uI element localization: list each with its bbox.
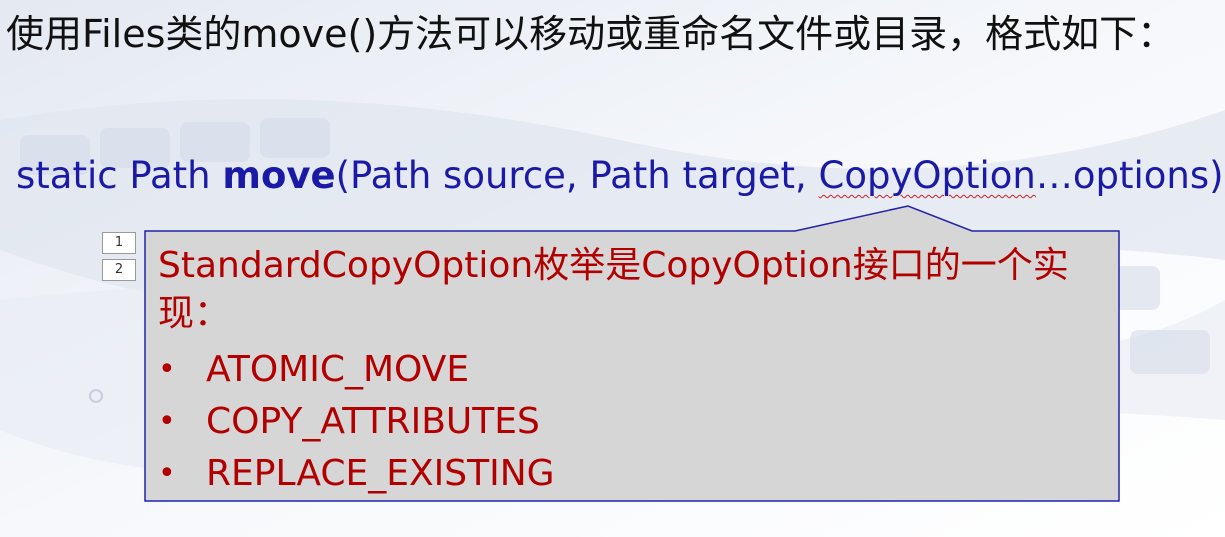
note-marker-1[interactable]: 1 [102,232,136,254]
note-marker-2[interactable]: 2 [102,259,136,281]
callout-content: StandardCopyOption枚举是CopyOption接口的一个实现： … [158,242,1108,500]
bullet-icon: • [158,404,176,439]
bullet-icon: • [158,456,176,491]
callout-title: StandardCopyOption枚举是CopyOption接口的一个实现： [158,245,1069,334]
list-item-label: REPLACE_EXISTING [206,453,555,494]
list-item: • ATOMIC_MOVE [158,344,1108,396]
list-item-label: ATOMIC_MOVE [206,349,470,390]
bullet-icon: • [158,352,176,387]
callout-list: • ATOMIC_MOVE • COPY_ATTRIBUTES • REPLAC… [158,344,1108,500]
list-item-label: COPY_ATTRIBUTES [206,401,540,442]
list-item: • COPY_ATTRIBUTES [158,396,1108,448]
list-item: • REPLACE_EXISTING [158,448,1108,500]
